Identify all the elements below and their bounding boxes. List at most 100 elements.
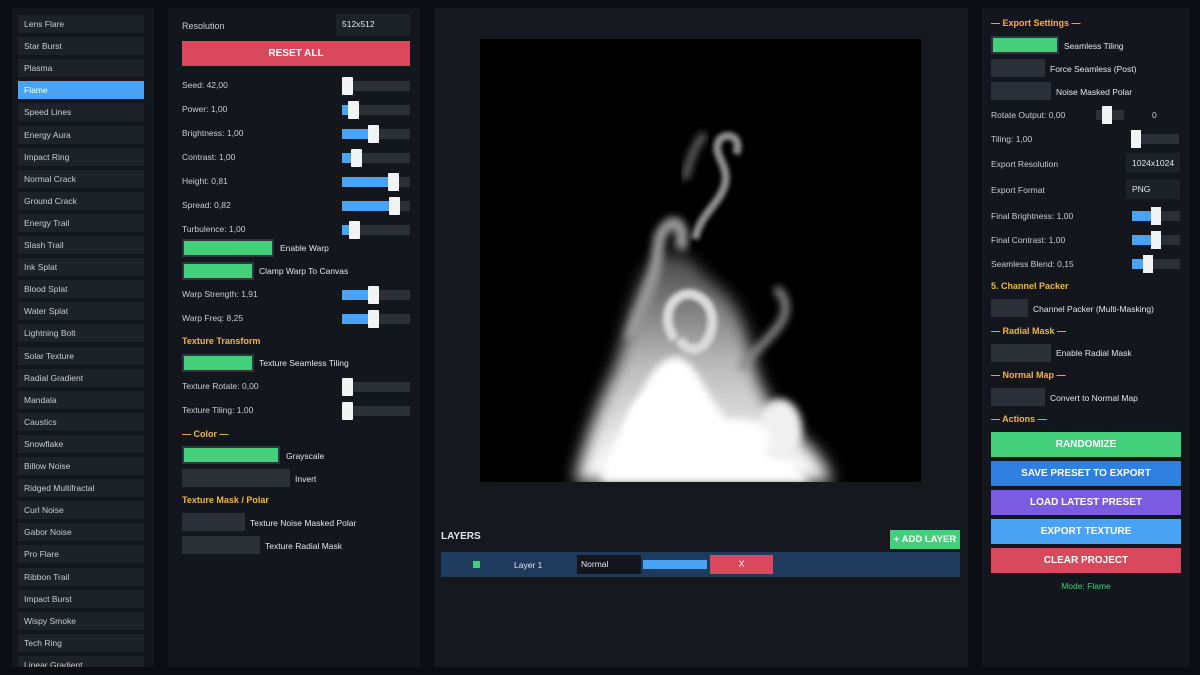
- tiling-slider[interactable]: [1131, 130, 1179, 148]
- preset-item[interactable]: Lightning Bolt: [18, 324, 144, 343]
- export-format-select[interactable]: PNG: [1126, 179, 1180, 199]
- preset-item[interactable]: Impact Ring: [18, 147, 144, 166]
- preset-item[interactable]: Ribbon Trail: [18, 567, 144, 586]
- rotate-output-value: 0: [1152, 110, 1157, 120]
- save-preset-button[interactable]: SAVE PRESET TO EXPORT: [991, 461, 1181, 486]
- layer-opacity-slider[interactable]: [643, 560, 707, 569]
- texture-preview-canvas[interactable]: [480, 39, 921, 482]
- texture-seamless-toggle[interactable]: [182, 354, 254, 372]
- preset-item[interactable]: Flame: [18, 81, 144, 100]
- slider-knob[interactable]: [349, 221, 361, 239]
- export-panel: — Export Settings — Seamless Tiling Forc…: [982, 8, 1190, 667]
- parameter-slider[interactable]: [342, 378, 410, 396]
- radial-mask-toggle[interactable]: [182, 536, 260, 554]
- layer-row[interactable]: Layer 1 Normal X: [441, 552, 960, 577]
- final-contrast-slider[interactable]: [1132, 231, 1180, 249]
- parameter-slider[interactable]: [342, 77, 410, 95]
- final-brightness-slider[interactable]: [1132, 207, 1180, 225]
- slider-knob[interactable]: [388, 197, 400, 215]
- preset-item[interactable]: Pro Flare: [18, 545, 144, 564]
- preset-item[interactable]: Billow Noise: [18, 457, 144, 475]
- parameter-slider[interactable]: [342, 197, 410, 215]
- slider-knob[interactable]: [367, 310, 379, 328]
- preset-item[interactable]: Blood Splat: [18, 280, 144, 299]
- export-resolution-select[interactable]: 1024x1024: [1126, 153, 1180, 173]
- enable-warp-toggle[interactable]: [182, 239, 274, 257]
- slider-knob[interactable]: [342, 378, 353, 396]
- preset-item[interactable]: Linear Gradient: [18, 655, 144, 667]
- clamp-warp-toggle[interactable]: [182, 262, 254, 280]
- parameter-slider[interactable]: [342, 221, 410, 239]
- slider-knob[interactable]: [342, 402, 353, 420]
- rotate-output-knob[interactable]: [1102, 106, 1113, 124]
- noise-masked-polar-toggle[interactable]: [182, 513, 245, 531]
- resolution-select[interactable]: 512x512: [336, 14, 410, 36]
- preset-item[interactable]: Wispy Smoke: [18, 611, 144, 630]
- enable-radial-mask-toggle[interactable]: [991, 344, 1051, 362]
- export-format-label: Export Format: [991, 185, 1045, 195]
- layer-visibility-icon[interactable]: [473, 561, 480, 568]
- preset-item[interactable]: Caustics: [18, 412, 144, 431]
- slider-knob[interactable]: [388, 173, 400, 191]
- seamless-blend-knob[interactable]: [1142, 255, 1153, 273]
- slider-knob[interactable]: [342, 77, 353, 95]
- parameter-slider[interactable]: [342, 310, 410, 328]
- preset-item[interactable]: Curl Noise: [18, 501, 144, 520]
- preset-item[interactable]: Ridged Multifractal: [18, 479, 144, 498]
- parameter-slider[interactable]: [342, 286, 410, 304]
- preset-item[interactable]: Ground Crack: [18, 191, 144, 210]
- randomize-button[interactable]: RANDOMIZE: [991, 432, 1181, 457]
- add-layer-button[interactable]: + ADD LAYER: [890, 530, 960, 549]
- force-seamless-toggle[interactable]: [991, 59, 1045, 77]
- preset-item[interactable]: Mandala: [18, 390, 144, 409]
- slider-knob[interactable]: [367, 286, 379, 304]
- layer-opacity-fill: [643, 560, 707, 569]
- preset-item[interactable]: Star Burst: [18, 37, 144, 56]
- noise-masked-polar-export-toggle[interactable]: [991, 82, 1051, 100]
- rotate-output-slider[interactable]: [1096, 106, 1124, 124]
- grayscale-toggle[interactable]: [182, 446, 280, 464]
- normal-map-toggle[interactable]: [991, 388, 1045, 406]
- preset-item[interactable]: Slash Trail: [18, 236, 144, 254]
- parameter-slider[interactable]: [342, 149, 410, 167]
- parameter-slider[interactable]: [342, 101, 410, 119]
- preset-item[interactable]: Ink Splat: [18, 258, 144, 277]
- preset-item[interactable]: Lens Flare: [18, 15, 144, 33]
- preset-item[interactable]: Tech Ring: [18, 633, 144, 652]
- final-brightness-knob[interactable]: [1151, 207, 1161, 225]
- seamless-blend-label: Seamless Blend: 0,15: [991, 259, 1074, 269]
- parameter-slider[interactable]: [342, 173, 410, 191]
- channel-packer-toggle[interactable]: [991, 299, 1028, 317]
- preset-item[interactable]: Energy Aura: [18, 125, 144, 144]
- layer-blend-select[interactable]: Normal: [577, 555, 641, 574]
- seamless-blend-slider[interactable]: [1132, 255, 1180, 273]
- preset-item[interactable]: Radial Gradient: [18, 368, 144, 387]
- delete-layer-button[interactable]: X: [710, 555, 773, 574]
- final-contrast-knob[interactable]: [1151, 231, 1161, 249]
- parameter-slider[interactable]: [342, 125, 410, 143]
- preset-item[interactable]: Water Splat: [18, 302, 144, 321]
- preset-item[interactable]: Speed Lines: [18, 103, 144, 122]
- seamless-tiling-label: Seamless Tiling: [1064, 41, 1124, 51]
- color-title: — Color —: [182, 429, 229, 439]
- seamless-tiling-toggle[interactable]: [991, 36, 1059, 54]
- slider-label: Seed: 42,00: [182, 80, 228, 90]
- preset-item[interactable]: Solar Texture: [18, 346, 144, 365]
- slider-knob[interactable]: [350, 149, 362, 167]
- export-texture-button[interactable]: EXPORT TEXTURE: [991, 519, 1181, 544]
- preset-item[interactable]: Plasma: [18, 59, 144, 78]
- preset-item[interactable]: Normal Crack: [18, 169, 144, 188]
- preset-item[interactable]: Snowflake: [18, 434, 144, 453]
- clear-project-button[interactable]: CLEAR PROJECT: [991, 548, 1181, 573]
- slider-knob[interactable]: [347, 101, 359, 119]
- tiling-knob[interactable]: [1131, 130, 1141, 148]
- invert-toggle[interactable]: [182, 469, 290, 487]
- radial-mask-label: Texture Radial Mask: [265, 541, 343, 551]
- preset-item[interactable]: Energy Trail: [18, 213, 144, 232]
- reset-all-button[interactable]: RESET ALL: [182, 41, 410, 66]
- slider-knob[interactable]: [367, 125, 379, 143]
- preset-item[interactable]: Impact Burst: [18, 589, 144, 608]
- preset-item[interactable]: Gabor Noise: [18, 523, 144, 542]
- load-preset-button[interactable]: LOAD LATEST PRESET: [991, 490, 1181, 515]
- parameter-slider[interactable]: [342, 402, 410, 420]
